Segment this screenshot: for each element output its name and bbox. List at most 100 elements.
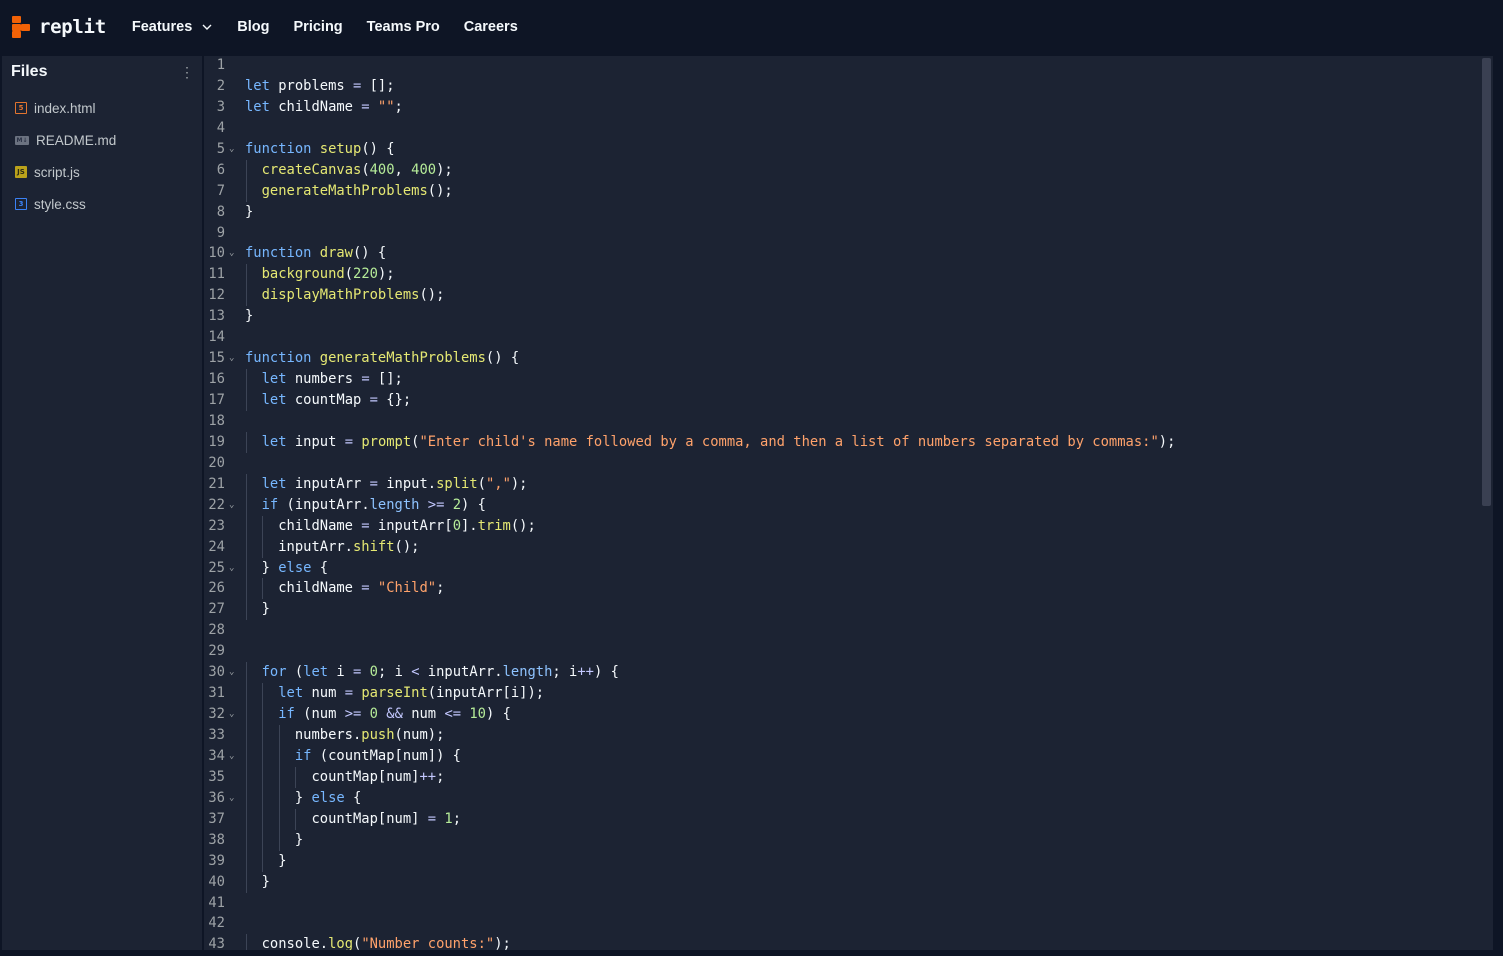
code-line[interactable]: 40 } [204, 871, 1479, 893]
kebab-menu-icon[interactable]: ⋮ [180, 64, 194, 80]
code-line[interactable]: 38 } [204, 829, 1479, 851]
fold-chevron-icon[interactable]: ⌄ [229, 139, 234, 160]
line-number: 11 [208, 266, 225, 283]
code-text: if (countMap[num]) { [294, 747, 461, 764]
editor-scrollbar[interactable] [1479, 56, 1493, 950]
code-text: childName = inputArr[0].trim(); [245, 517, 536, 534]
code-line[interactable]: 9 [204, 223, 1479, 244]
fold-chevron-icon[interactable]: ⌄ [229, 348, 234, 369]
line-number: 35 [208, 768, 225, 785]
code-line[interactable]: 23 childName = inputArr[0].trim(); [204, 515, 1479, 537]
code-line[interactable]: 32 ⌄ if (num >= 0 && num <= 10) { [204, 704, 1479, 725]
code-line[interactable]: 37 countMap[num] = 1; [204, 808, 1479, 830]
code-line[interactable]: 42 [204, 913, 1479, 934]
code-line[interactable]: 14 [204, 327, 1479, 348]
code-line[interactable]: 16 let numbers = []; [204, 369, 1479, 390]
file-item-index-html[interactable]: 5 index.html [2, 92, 202, 124]
replit-logo-icon [12, 16, 32, 38]
code-line[interactable]: 15 ⌄ function generateMathProblems() { [204, 348, 1479, 369]
fold-chevron-icon[interactable]: ⌄ [229, 662, 234, 683]
line-number: 27 [208, 601, 225, 618]
code-line[interactable]: 29 [204, 641, 1479, 662]
fold-chevron-icon[interactable]: ⌄ [229, 243, 234, 264]
code-line[interactable]: 11 background(220); [204, 264, 1479, 286]
code-text: } else { [245, 559, 329, 576]
code-text: inputArr.shift(); [245, 538, 420, 555]
code-line[interactable]: 22 ⌄ if (inputArr.length >= 2) { [204, 494, 1479, 516]
code-text: console.log("Number counts:"); [245, 936, 511, 950]
code-text: generateMathProblems(); [261, 182, 453, 199]
code-line[interactable]: 18 [204, 411, 1479, 432]
line-number: 34 [208, 747, 225, 764]
code-line[interactable]: 17 let countMap = {}; [204, 390, 1479, 411]
line-number: 37 [208, 810, 225, 827]
file-item-script-js[interactable]: JS script.js [2, 156, 202, 188]
code-text: for (let i = 0; i < inputArr.length; i++… [261, 664, 619, 681]
replit-wordmark: replit [39, 16, 106, 38]
code-text: let numbers = []; [261, 371, 403, 388]
code-line[interactable]: 35 countMap[num]++; [204, 766, 1479, 788]
code-line[interactable]: 39 } [204, 850, 1479, 872]
fold-chevron-icon[interactable]: ⌄ [229, 558, 234, 579]
code-line[interactable]: 21 let inputArr = input.split(","); [204, 473, 1479, 495]
code-line[interactable]: 26 childName = "Child"; [204, 578, 1479, 600]
code-line[interactable]: 4 [204, 118, 1479, 139]
code-line[interactable]: 34 ⌄ if (countMap[num]) { [204, 745, 1479, 767]
code-line[interactable]: 28 [204, 620, 1479, 641]
line-number: 10 [208, 245, 225, 262]
code-line[interactable]: 10 ⌄ function draw() { [204, 243, 1479, 264]
code-text: } [245, 203, 254, 220]
code-line[interactable]: 27 } [204, 599, 1479, 621]
code-line[interactable]: 12 displayMathProblems(); [204, 285, 1479, 307]
file-item-style-css[interactable]: 3 style.css [2, 188, 202, 220]
code-editor[interactable]: 1 2 let problems = []; 3 let childName = "";… [204, 56, 1493, 950]
code-line[interactable]: 19 let input = prompt("Enter child's nam… [204, 431, 1479, 453]
code-line[interactable]: 8} [204, 202, 1479, 223]
code-line[interactable]: 1 [204, 56, 1479, 76]
file-item-readme-md[interactable]: M↓ README.md [2, 124, 202, 156]
code-lines[interactable]: 1 2 let problems = []; 3 let childName = "";… [204, 56, 1479, 950]
bottom-edge [0, 950, 1503, 956]
fold-chevron-icon[interactable]: ⌄ [229, 746, 234, 767]
line-number: 4 [216, 119, 225, 136]
nav-links: Features Blog Pricing Teams Pro Careers [132, 19, 542, 35]
code-line[interactable]: 13} [204, 306, 1479, 327]
code-line[interactable]: 3 let childName = ""; [204, 97, 1479, 118]
code-line[interactable]: 20 [204, 453, 1479, 474]
editor-scrollbar-thumb[interactable] [1482, 58, 1491, 506]
code-line[interactable]: 43 console.log("Number counts:"); [204, 934, 1479, 950]
code-line[interactable]: 25 ⌄ } else { [204, 557, 1479, 579]
line-number: 16 [208, 371, 225, 388]
code-text: countMap[num]++; [245, 768, 445, 785]
code-line[interactable]: 36 ⌄ } else { [204, 787, 1479, 809]
code-text: childName = "Child"; [245, 580, 445, 597]
line-number: 14 [208, 329, 225, 346]
code-line[interactable]: 30 ⌄ for (let i = 0; i < inputArr.length;… [204, 662, 1479, 684]
line-number: 8 [216, 203, 225, 220]
nav-pricing[interactable]: Pricing [294, 19, 343, 35]
fold-chevron-icon[interactable]: ⌄ [229, 704, 234, 725]
code-line[interactable]: 33 numbers.push(num); [204, 725, 1479, 746]
fold-chevron-icon[interactable]: ⌄ [229, 495, 234, 516]
fold-chevron-icon[interactable]: ⌄ [229, 788, 234, 809]
replit-logo[interactable]: replit [12, 16, 106, 38]
nav-blog[interactable]: Blog [237, 19, 269, 35]
top-nav: replit Features Blog Pricing Teams Pro C… [0, 0, 1503, 54]
line-number: 38 [208, 831, 225, 848]
code-line[interactable]: 2 let problems = []; [204, 76, 1479, 97]
line-number: 39 [208, 852, 225, 869]
code-line[interactable]: 6 createCanvas(400, 400); [204, 159, 1479, 181]
line-number: 9 [216, 224, 225, 241]
code-text: function draw() { [245, 245, 387, 262]
code-line[interactable]: 24 inputArr.shift(); [204, 536, 1479, 558]
nav-careers[interactable]: Careers [464, 19, 518, 35]
code-line[interactable]: 41 [204, 893, 1479, 914]
code-line[interactable]: 31 let num = parseInt(inputArr[i]); [204, 683, 1479, 705]
code-line[interactable]: 5 ⌄ function setup() { [204, 139, 1479, 160]
code-text: } [245, 873, 270, 890]
line-number: 26 [208, 580, 225, 597]
file-name: style.css [34, 196, 86, 212]
code-line[interactable]: 7 generateMathProblems(); [204, 180, 1479, 202]
nav-teams-pro[interactable]: Teams Pro [367, 19, 440, 35]
nav-features[interactable]: Features [132, 19, 213, 35]
